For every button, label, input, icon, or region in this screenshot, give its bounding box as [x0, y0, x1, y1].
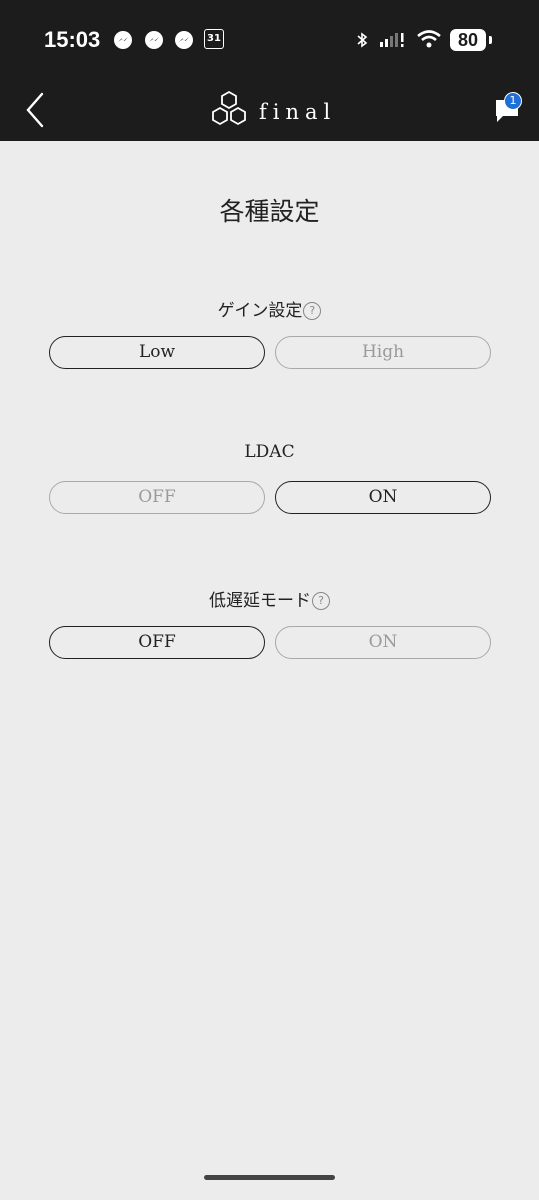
battery-icon: 80: [450, 29, 486, 51]
cellular-signal-icon: [380, 33, 404, 47]
battery-level: 80: [457, 30, 479, 50]
messenger-icon: [175, 31, 193, 49]
clock: 15:03: [44, 27, 101, 52]
low-latency-setting-label: 低遅延モード?: [0, 586, 539, 611]
gain-low-button[interactable]: Low: [49, 336, 265, 369]
page-title: 各種設定: [219, 197, 320, 226]
messenger-icon: [145, 31, 163, 49]
gain-help-icon[interactable]: ?: [303, 302, 322, 320]
status-bar: 15:03 31 80: [0, 0, 539, 80]
brand-logo: final: [207, 90, 337, 134]
ldac-setting-label: LDAC: [244, 442, 295, 462]
calendar-icon: 31: [204, 29, 224, 49]
app-header: final 1: [0, 80, 539, 141]
ldac-on-button[interactable]: ON: [275, 481, 491, 514]
calendar-day: 31: [207, 33, 221, 44]
wifi-icon: [417, 30, 441, 48]
hexagon-logo-icon: [212, 90, 246, 126]
notifications-button[interactable]: 1: [494, 92, 526, 126]
ldac-off-button[interactable]: OFF: [49, 481, 265, 514]
low-latency-setting-text: 低遅延モード: [209, 591, 311, 611]
low-latency-help-icon[interactable]: ?: [312, 592, 330, 610]
gain-setting-label: ゲイン設定?: [0, 296, 539, 321]
gain-setting-text: ゲイン設定: [217, 301, 303, 321]
brand-name: final: [259, 100, 337, 124]
gain-high-button[interactable]: High: [275, 336, 491, 369]
low-latency-on-button[interactable]: ON: [275, 626, 491, 659]
home-indicator[interactable]: [204, 1175, 335, 1180]
messenger-icon: [114, 31, 132, 49]
back-button[interactable]: [22, 90, 52, 130]
notification-badge: 1: [504, 92, 522, 110]
bluetooth-icon: [357, 32, 368, 48]
battery-tip: [489, 36, 492, 44]
low-latency-off-button[interactable]: OFF: [49, 626, 265, 659]
